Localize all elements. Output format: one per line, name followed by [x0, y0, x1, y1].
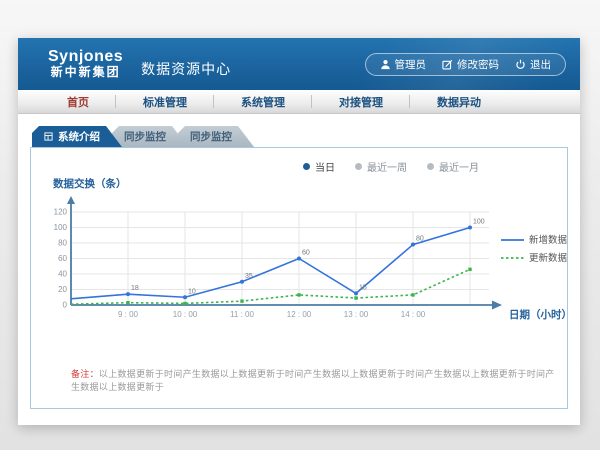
chart-y-axis-label: 数据交换（条）	[53, 176, 557, 191]
tab-label: 同步监控	[190, 129, 232, 144]
user-action-label: 修改密码	[457, 57, 499, 72]
svg-text:60: 60	[302, 250, 310, 257]
logo-company-name: 新中新集团	[48, 66, 123, 79]
radio-unselected-icon	[355, 163, 362, 170]
edit-icon	[442, 59, 453, 70]
legend-series-0: 新增数据	[529, 234, 568, 246]
nav-item-3[interactable]: 对接管理	[312, 90, 410, 113]
svg-text:15: 15	[359, 284, 367, 291]
radio-selected-icon	[303, 163, 310, 170]
svg-text:11 : 00: 11 : 00	[230, 310, 254, 319]
svg-text:120: 120	[54, 208, 68, 217]
filter-option-2[interactable]: 最近一月	[427, 158, 479, 174]
desktop-background: Synjones 新中新集团 数据资源中心 管理员修改密码退出 首页标准管理系统…	[0, 0, 600, 450]
app-header: Synjones 新中新集团 数据资源中心 管理员 修改密码 退出	[18, 38, 580, 90]
svg-text:12 : 00: 12 : 00	[287, 310, 312, 319]
filter-option-1[interactable]: 最近一周	[355, 158, 407, 174]
legend-series-1: 更新数据	[529, 252, 568, 264]
tab-label: 系统介绍	[58, 129, 100, 144]
logo-wordmark: Synjones	[48, 49, 123, 66]
filter-option-label: 当日	[315, 159, 335, 174]
svg-text:10: 10	[188, 288, 196, 295]
document-icon	[44, 132, 53, 141]
line-chart: 0 20 40 60 80 100 120 9 : 00 10 : 00 11 : 00 12 : …	[41, 193, 573, 351]
filter-option-label: 最近一周	[367, 159, 407, 174]
svg-text:18: 18	[131, 285, 139, 292]
chart-x-axis-label: 日期（小时）	[509, 308, 572, 321]
brand-logo: Synjones 新中新集团	[48, 49, 123, 78]
svg-text:10 : 00: 10 : 00	[173, 310, 198, 319]
radio-unselected-icon	[427, 163, 434, 170]
tabs-row: 系统介绍 同步监控 同步监控	[30, 126, 568, 147]
footnote-prefix: 备注：	[71, 369, 99, 379]
footnote-text: 以上数据更新于时间产生数据以上数据更新于时间产生数据以上数据更新于时间产生数据以…	[71, 369, 555, 392]
content-panel: 当日 最近一周 最近一月 数据交换（条） 0 20 40 60 80 100 120 9 : 00…	[30, 147, 568, 409]
svg-text:35: 35	[245, 273, 253, 280]
power-icon	[515, 59, 526, 70]
tab-2[interactable]: 同步监控	[178, 126, 254, 147]
user-icon	[380, 59, 391, 70]
svg-text:9 : 00: 9 : 00	[118, 310, 139, 319]
svg-text:13 : 00: 13 : 00	[344, 310, 369, 319]
content-area: 系统介绍 同步监控 同步监控 当日 最近一周 最近一月 数据交换（条） 0 20 40 60 8…	[18, 114, 580, 409]
user-action-current-user[interactable]: 管理员	[380, 57, 427, 72]
user-actions-group: 管理员 修改密码 退出	[365, 53, 567, 76]
user-action-logout[interactable]: 退出	[515, 57, 551, 72]
filter-option-0[interactable]: 当日	[303, 158, 335, 174]
svg-text:60: 60	[58, 254, 67, 263]
svg-text:80: 80	[416, 236, 424, 243]
tab-label: 同步监控	[124, 129, 166, 144]
svg-text:40: 40	[58, 270, 67, 279]
svg-text:100: 100	[54, 223, 68, 232]
nav-item-0[interactable]: 首页	[40, 90, 116, 113]
user-action-change-password[interactable]: 修改密码	[442, 57, 499, 72]
filter-option-label: 最近一月	[439, 159, 479, 174]
main-nav: 首页标准管理系统管理对接管理数据异动	[18, 90, 580, 114]
nav-item-1[interactable]: 标准管理	[116, 90, 214, 113]
app-title: 数据资源中心	[141, 59, 231, 79]
nav-item-2[interactable]: 系统管理	[214, 90, 312, 113]
time-filter-group: 当日 最近一周 最近一月	[41, 154, 557, 174]
svg-text:0: 0	[63, 301, 68, 310]
browser-page: Synjones 新中新集团 数据资源中心 管理员修改密码退出 首页标准管理系统…	[18, 38, 580, 425]
nav-item-4[interactable]: 数据异动	[410, 90, 508, 113]
footnote: 备注：以上数据更新于时间产生数据以上数据更新于时间产生数据以上数据更新于时间产生…	[71, 367, 557, 393]
svg-text:100: 100	[473, 219, 485, 226]
svg-text:80: 80	[58, 239, 67, 248]
user-action-label: 管理员	[395, 57, 427, 72]
tab-1[interactable]: 同步监控	[112, 126, 188, 147]
svg-text:14 : 00: 14 : 00	[401, 310, 426, 319]
user-action-label: 退出	[530, 57, 551, 72]
tab-0[interactable]: 系统介绍	[32, 126, 122, 147]
svg-text:20: 20	[58, 285, 67, 294]
